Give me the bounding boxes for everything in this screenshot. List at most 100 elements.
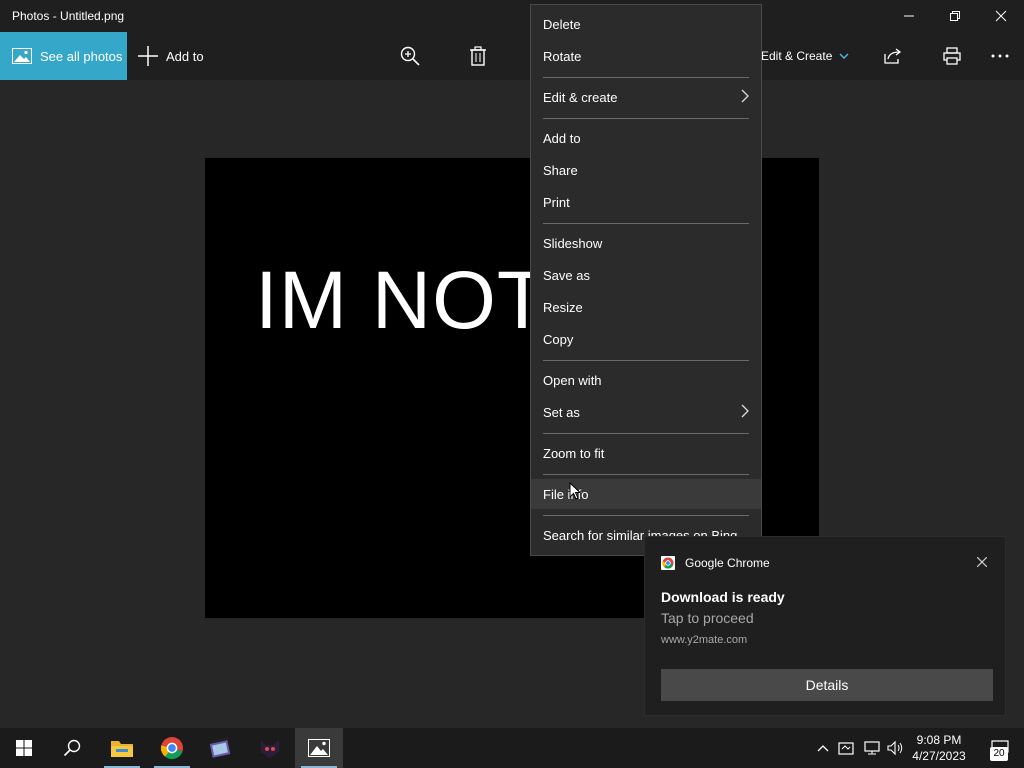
menu-item-label: Rotate <box>543 48 582 64</box>
nitw-app-icon <box>261 740 279 758</box>
menu-item-copy[interactable]: Copy <box>531 324 761 354</box>
more-icon <box>991 54 1009 58</box>
menu-item-slideshow[interactable]: Slideshow <box>531 228 761 258</box>
start-button[interactable] <box>0 728 48 768</box>
details-button[interactable]: Details <box>661 669 993 701</box>
see-all-photos-label: See all photos <box>40 48 123 64</box>
close-icon <box>995 10 1007 22</box>
menu-item-add-to[interactable]: Add to <box>531 123 761 153</box>
chrome-notification[interactable]: Google Chrome Download is ready Tap to p… <box>644 536 1006 716</box>
notification-app: Google Chrome <box>661 556 770 570</box>
speaker-icon <box>887 740 903 756</box>
menu-item-label: Edit & create <box>543 89 618 105</box>
edit-create-label: Edit & Create <box>761 49 833 63</box>
tray-app-button[interactable] <box>836 728 856 768</box>
chevron-down-icon <box>839 51 849 62</box>
network-icon <box>864 741 880 755</box>
menu-item-edit-create[interactable]: Edit & create <box>531 82 761 112</box>
menu-item-open-with[interactable]: Open with <box>531 365 761 395</box>
window-title: Photos - Untitled.png <box>12 9 125 23</box>
more-options-button[interactable] <box>980 32 1020 80</box>
menu-item-label: Print <box>543 194 570 210</box>
menu-item-rotate[interactable]: Rotate <box>531 41 761 71</box>
show-hidden-icons-button[interactable] <box>814 728 832 768</box>
search-button[interactable] <box>48 728 96 768</box>
add-to-button[interactable]: Add to <box>138 32 204 80</box>
menu-separator <box>543 360 749 361</box>
close-button[interactable] <box>978 0 1024 32</box>
menu-separator <box>543 515 749 516</box>
video-editor-icon <box>209 737 231 758</box>
notification-app-name: Google Chrome <box>685 556 770 570</box>
share-button[interactable] <box>873 32 913 80</box>
menu-item-set-as[interactable]: Set as <box>531 397 761 427</box>
menu-item-zoom-to-fit[interactable]: Zoom to fit <box>531 438 761 468</box>
taskbar: 9:08 PM 4/27/2023 <box>0 728 1024 768</box>
minimize-button[interactable] <box>886 0 932 32</box>
close-icon <box>976 556 988 568</box>
mouse-cursor-icon <box>569 482 581 500</box>
notification-close-button[interactable] <box>976 554 988 570</box>
zoom-button[interactable] <box>390 32 430 80</box>
notification-count-badge: 20 <box>990 747 1008 761</box>
menu-item-share[interactable]: Share <box>531 155 761 185</box>
chrome-icon <box>661 556 675 570</box>
menu-item-file-info[interactable]: File info <box>531 479 761 509</box>
menu-item-delete[interactable]: Delete <box>531 9 761 39</box>
printer-icon <box>943 47 961 65</box>
share-icon <box>884 48 902 64</box>
delete-button[interactable] <box>458 32 498 80</box>
add-to-label: Add to <box>166 48 204 64</box>
menu-item-label: Save as <box>543 267 590 283</box>
taskbar-video-editor[interactable] <box>196 728 244 768</box>
volume-button[interactable] <box>886 728 906 768</box>
taskbar-chrome[interactable] <box>148 728 196 768</box>
menu-item-label: Delete <box>543 16 581 32</box>
photos-icon <box>308 739 330 757</box>
minimize-icon <box>904 15 914 17</box>
restore-button[interactable] <box>932 0 978 32</box>
taskbar-photos[interactable] <box>295 728 343 768</box>
network-button[interactable] <box>862 728 882 768</box>
photos-icon <box>12 48 32 64</box>
edit-create-button[interactable]: Edit & Create <box>761 32 849 80</box>
notification-subtitle: Tap to proceed <box>661 610 754 626</box>
menu-separator <box>543 433 749 434</box>
menu-separator <box>543 77 749 78</box>
folder-icon <box>111 741 133 757</box>
chevron-up-icon <box>817 745 829 752</box>
print-button[interactable] <box>932 32 972 80</box>
menu-item-label: Share <box>543 162 578 178</box>
menu-item-label: File info <box>543 486 589 502</box>
clock-date: 4/27/2023 <box>912 749 966 763</box>
menu-separator <box>543 474 749 475</box>
search-icon <box>63 739 81 757</box>
menu-item-label: Zoom to fit <box>543 445 605 461</box>
notification-title: Download is ready <box>661 589 785 605</box>
menu-separator <box>543 118 749 119</box>
trash-icon <box>470 46 486 66</box>
taskbar-file-explorer[interactable] <box>98 728 146 768</box>
menu-item-save-as[interactable]: Save as <box>531 260 761 290</box>
windows-icon <box>16 740 32 756</box>
menu-separator <box>543 223 749 224</box>
chevron-right-icon <box>741 89 749 106</box>
menu-item-label: Copy <box>543 331 574 347</box>
menu-item-label: Resize <box>543 299 583 315</box>
photo-text: IM NOT <box>255 255 548 346</box>
menu-item-resize[interactable]: Resize <box>531 292 761 322</box>
menu-item-label: Slideshow <box>543 235 603 251</box>
chevron-right-icon <box>741 404 749 421</box>
context-menu: Delete Rotate Edit & create Add to Share… <box>530 4 762 556</box>
clock-time: 9:08 PM <box>916 733 962 747</box>
tray-app-icon <box>838 742 854 755</box>
restore-icon <box>950 11 960 21</box>
menu-item-label: Open with <box>543 372 602 388</box>
see-all-photos-button[interactable]: See all photos <box>0 32 127 80</box>
title-bar: Photos - Untitled.png <box>0 0 1024 32</box>
plus-icon <box>138 46 158 66</box>
taskbar-nitw[interactable] <box>246 728 294 768</box>
taskbar-clock[interactable]: 9:08 PM 4/27/2023 <box>906 732 972 764</box>
menu-item-print[interactable]: Print <box>531 187 761 217</box>
menu-item-label: Add to <box>543 130 581 146</box>
